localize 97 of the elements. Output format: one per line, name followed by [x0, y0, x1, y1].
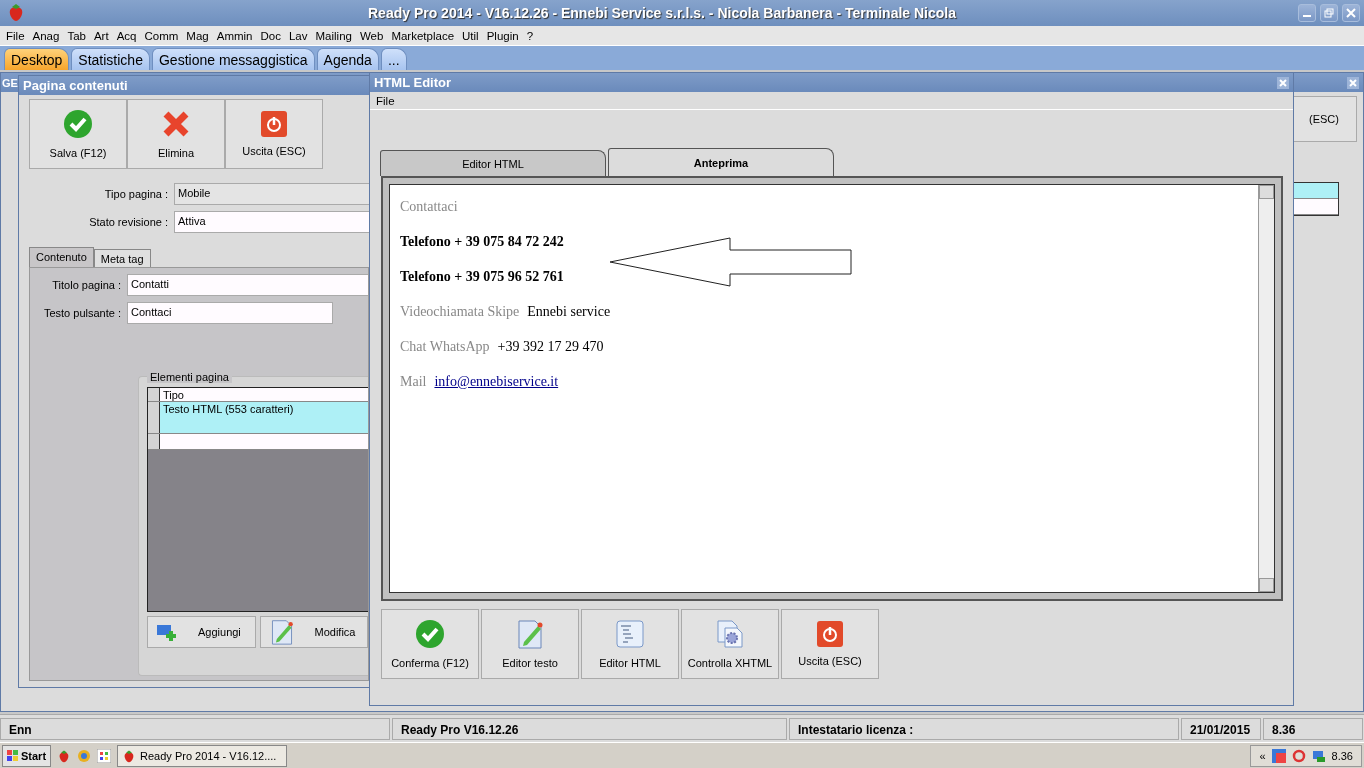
scrollbar[interactable]	[1258, 185, 1274, 592]
window-title: HTML Editor	[374, 75, 452, 90]
action-button[interactable]: Modifica	[259, 616, 368, 648]
add-icon	[156, 622, 178, 642]
close-icon[interactable]	[1347, 76, 1359, 89]
menu-item[interactable]: Comm	[140, 29, 183, 42]
browser-icon[interactable]	[77, 748, 92, 763]
desktop-tab[interactable]: Gestione messaggistica	[151, 48, 315, 70]
menu-item[interactable]: Marketplace	[387, 29, 459, 42]
editor-button[interactable]: Controlla XHTML	[681, 609, 779, 679]
status-field: 8.36	[1263, 717, 1363, 740]
desktop-tab[interactable]: ...	[380, 48, 407, 70]
menu-item[interactable]: Tab	[63, 29, 90, 42]
text-field[interactable]: Contatti	[127, 274, 368, 296]
contact-label: Chat WhatsApp	[400, 339, 490, 355]
grid-row[interactable]	[1294, 199, 1338, 215]
editor-button[interactable]: Editor testo	[481, 609, 579, 679]
editor-tab[interactable]: Editor HTML	[380, 150, 606, 176]
tray-app-icon[interactable]	[1271, 748, 1286, 763]
cross-icon	[161, 109, 191, 139]
editor-button[interactable]: Editor HTML	[581, 609, 679, 679]
tray-toggle[interactable]: «	[1259, 749, 1266, 762]
field-label: Testo pulsante :	[42, 307, 122, 319]
menu-item[interactable]: Web	[355, 29, 388, 42]
power-icon	[817, 621, 843, 647]
window-title: Pagina contenuti	[23, 78, 128, 93]
toolbar-button[interactable]: Uscita (ESC)	[225, 99, 323, 169]
desktop-tab[interactable]: Statistiche	[71, 48, 150, 70]
grid-icon[interactable]	[97, 748, 112, 763]
start-button[interactable]: Start	[2, 744, 52, 767]
row-header[interactable]	[148, 434, 160, 449]
toolbar-button[interactable]: Salva (F12)	[29, 99, 127, 169]
menu-item[interactable]: Lav	[284, 29, 312, 42]
row-header[interactable]	[148, 402, 160, 433]
sync-icon[interactable]	[1291, 748, 1306, 763]
menu-item[interactable]: ?	[522, 29, 538, 42]
group-title: Elementi pagina	[147, 371, 232, 383]
tab[interactable]: Meta tag	[93, 249, 151, 267]
menu-item[interactable]: Art	[89, 29, 113, 42]
field-label: Titolo pagina :	[51, 279, 122, 291]
phone-text: Telefono + 39 075 96 52 761	[400, 269, 565, 285]
editor-button[interactable]: Conferma (F12)	[381, 609, 479, 679]
windows-icon	[7, 749, 19, 762]
action-button[interactable]: Aggiungi	[147, 616, 256, 648]
desktop-tab[interactable]: Agenda	[316, 48, 379, 70]
close-icon[interactable]	[1277, 76, 1289, 89]
power-icon	[261, 111, 287, 137]
editor-button[interactable]: Uscita (ESC)	[781, 609, 879, 679]
contact-label: Mail	[400, 374, 427, 390]
phone-text: Telefono + 39 075 84 72 242	[400, 234, 565, 250]
preview-text: Contattaci	[400, 199, 459, 215]
window-title: Ready Pro 2014 - V16.12.26 - Ennebi Service s.r.l.s. - Nicola Barbanera - Terminale Nicola	[367, 5, 957, 21]
contact-value: +39 392 17 29 470	[497, 339, 604, 355]
status-field: 21/01/2015	[1181, 717, 1261, 740]
grid-row[interactable]: Testo HTML (553 caratteri)	[148, 402, 368, 434]
toolbar-button[interactable]: Elimina	[127, 99, 225, 169]
field-label: Stato revisione :	[88, 216, 169, 228]
minimize-button[interactable]	[1298, 4, 1316, 22]
text-field[interactable]: Attiva	[174, 211, 369, 233]
menu-item[interactable]: Doc	[256, 29, 285, 42]
contact-value: Ennebi service	[527, 304, 611, 320]
menu-item[interactable]: Mag	[182, 29, 213, 42]
menu-item[interactable]: File	[372, 94, 399, 107]
column-header: Tipo	[162, 388, 185, 401]
close-button[interactable]	[1342, 4, 1360, 22]
edit-icon	[515, 619, 545, 649]
restore-button[interactable]	[1320, 4, 1338, 22]
menu-item[interactable]: Acq	[112, 29, 141, 42]
document-gear-icon	[715, 619, 745, 649]
network-icon[interactable]	[1311, 748, 1326, 763]
restore-icon	[1324, 8, 1334, 18]
clock: 8.36	[1331, 749, 1353, 762]
menu-item[interactable]: Util	[458, 29, 483, 42]
status-field: Enn	[0, 717, 390, 740]
desktop-tab[interactable]: Desktop	[4, 48, 70, 70]
editor-tab[interactable]: Anteprima	[608, 148, 834, 176]
field-label: Tipo pagina :	[103, 188, 169, 200]
document-lines-icon	[615, 619, 645, 649]
status-field: Ready Pro V16.12.26	[392, 717, 787, 740]
minimize-icon	[1303, 15, 1311, 17]
menu-item[interactable]: Plugin	[482, 29, 523, 42]
menu-item[interactable]: Anag	[28, 29, 64, 42]
taskbar-app[interactable]: Ready Pro 2014 - V16.12....	[117, 744, 288, 767]
text-field[interactable]: Conttaci	[127, 302, 333, 324]
menu-item[interactable]: Mailing	[311, 29, 356, 42]
check-icon	[63, 109, 93, 139]
close-icon	[1346, 8, 1356, 18]
check-icon	[415, 619, 445, 649]
grid-row[interactable]	[1294, 183, 1338, 199]
menu-item[interactable]: Ammin	[212, 29, 257, 42]
menu-item[interactable]: File	[2, 29, 29, 42]
exit-button[interactable]: (ESC)	[1291, 96, 1357, 142]
tab[interactable]: Contenuto	[29, 247, 94, 267]
window-title: GE	[2, 76, 18, 89]
email-link[interactable]: info@ennebiservice.it	[434, 374, 559, 390]
contact-label: Videochiamata Skipe	[400, 304, 520, 320]
status-field: Intestatario licenza :	[789, 717, 1179, 740]
